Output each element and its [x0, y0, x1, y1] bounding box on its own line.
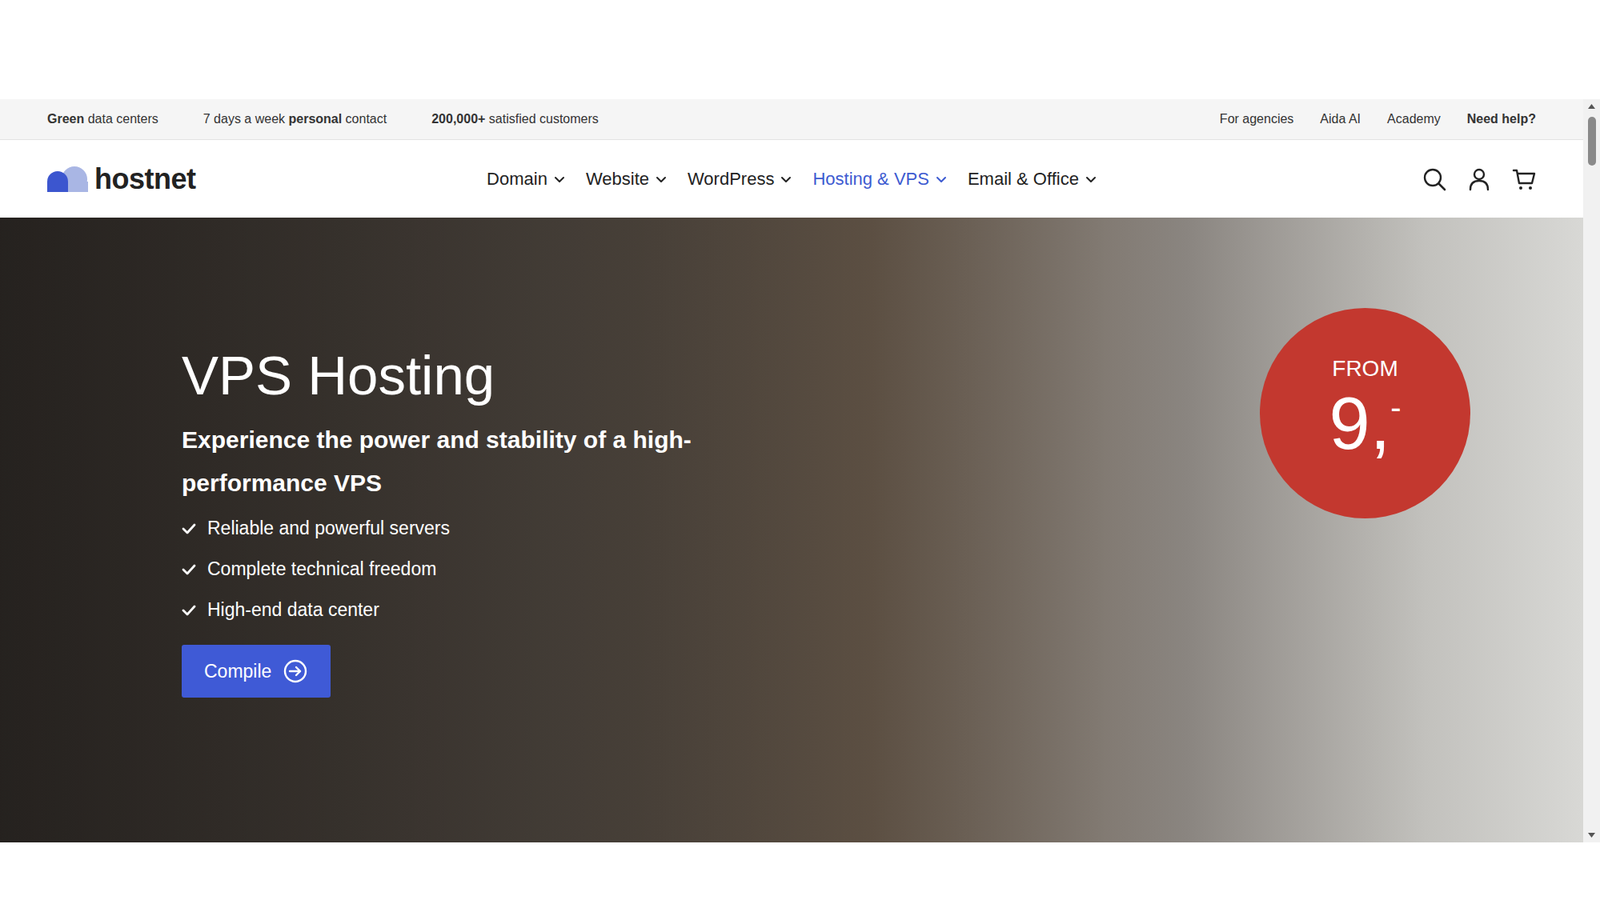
usp-text: 7 days a week: [203, 112, 289, 126]
check-icon: [181, 563, 197, 577]
site: Green data centers 7 days a week personal…: [0, 99, 1584, 843]
cart-icon[interactable]: [1511, 167, 1536, 192]
nav-item[interactable]: Hosting & VPS: [812, 168, 947, 190]
feature-item: High-end data center: [181, 589, 1584, 631]
usp-list: Green data centers 7 days a week personal…: [47, 112, 599, 127]
scroll-down-icon[interactable]: [1583, 828, 1600, 843]
chevron-down-icon: [780, 173, 792, 185]
chevron-down-icon: [553, 173, 566, 185]
button-label: Compile: [204, 661, 272, 683]
feature-text: High-end data center: [207, 589, 380, 631]
nav-actions: [1096, 167, 1536, 192]
nav-item[interactable]: Website: [585, 168, 667, 190]
feature-text: Reliable and powerful servers: [207, 508, 450, 550]
nav-label: Hosting & VPS: [812, 168, 930, 190]
feature-item: Complete technical freedom: [181, 549, 1584, 590]
price-suffix: -: [1390, 391, 1401, 424]
nav-item[interactable]: Email & Office: [967, 168, 1097, 190]
price-badge: FROM 9,-: [1259, 308, 1471, 519]
logo[interactable]: hostnet: [47, 162, 487, 197]
hero-subtitle: Experience the power and stability of a …: [181, 418, 807, 506]
price-number: 9,: [1328, 386, 1391, 461]
nav-item[interactable]: WordPress: [687, 168, 792, 190]
nav-item[interactable]: Domain: [486, 168, 566, 190]
service-link[interactable]: Academy: [1387, 112, 1441, 127]
usp-text: contact: [341, 112, 387, 126]
usp-item: Green data centers: [47, 112, 159, 127]
chevron-down-icon: [655, 173, 667, 185]
nav-label: Email & Office: [967, 168, 1079, 190]
usp-item: 200,000+ satisfied customers: [431, 112, 599, 127]
main-navigation: hostnet Domain Website WordPress Hosting & V…: [0, 140, 1584, 218]
feature-list: Reliable and powerful serversComplete te…: [181, 508, 1584, 631]
service-link[interactable]: Aida AI: [1319, 112, 1361, 127]
hero: VPS HostingExperience the power and stab…: [0, 217, 1584, 843]
scrollbar[interactable]: [1583, 99, 1600, 843]
check-icon: [181, 522, 197, 536]
scroll-up-icon[interactable]: [1583, 99, 1600, 114]
nav-label: Domain: [486, 168, 548, 190]
arrow-right-circle-icon: [282, 658, 309, 685]
logo-text: hostnet: [94, 162, 197, 197]
chevron-down-icon: [1085, 173, 1097, 185]
price-prefix: FROM: [1331, 356, 1398, 382]
cloud-logo-icon: [47, 165, 89, 193]
nav-menu: Domain Website WordPress Hosting & VPS Email…: [486, 168, 1097, 190]
price-amount: 9,-: [1328, 386, 1401, 461]
search-icon[interactable]: [1422, 167, 1447, 192]
browser-viewport: Green data centers 7 days a week personal…: [0, 99, 1600, 843]
usp-item: 7 days a week personal contact: [203, 112, 387, 127]
usp-text: data centers: [84, 112, 159, 126]
nav-label: WordPress: [687, 168, 774, 190]
nav-label: Website: [585, 168, 650, 190]
check-icon: [181, 604, 197, 618]
service-link[interactable]: For agencies: [1219, 112, 1295, 127]
usp-text: satisfied customers: [485, 112, 598, 126]
chevron-down-icon: [935, 173, 947, 185]
feature-text: Complete technical freedom: [207, 549, 437, 590]
service-link[interactable]: Need help?: [1467, 112, 1536, 127]
compile-button[interactable]: Compile: [181, 645, 331, 698]
page: Green data centers 7 days a week personal…: [0, 0, 1600, 900]
usp-text: Green: [47, 112, 85, 126]
account-icon[interactable]: [1467, 167, 1492, 192]
usp-text: 200,000+: [431, 112, 486, 126]
scroll-thumb[interactable]: [1587, 116, 1596, 166]
usp-text: personal: [288, 112, 342, 126]
top-bar: Green data centers 7 days a week personal…: [0, 99, 1584, 141]
service-links: For agencies Aida AI Academy Need help?: [1219, 112, 1536, 127]
scroll-track: [1583, 113, 1600, 829]
